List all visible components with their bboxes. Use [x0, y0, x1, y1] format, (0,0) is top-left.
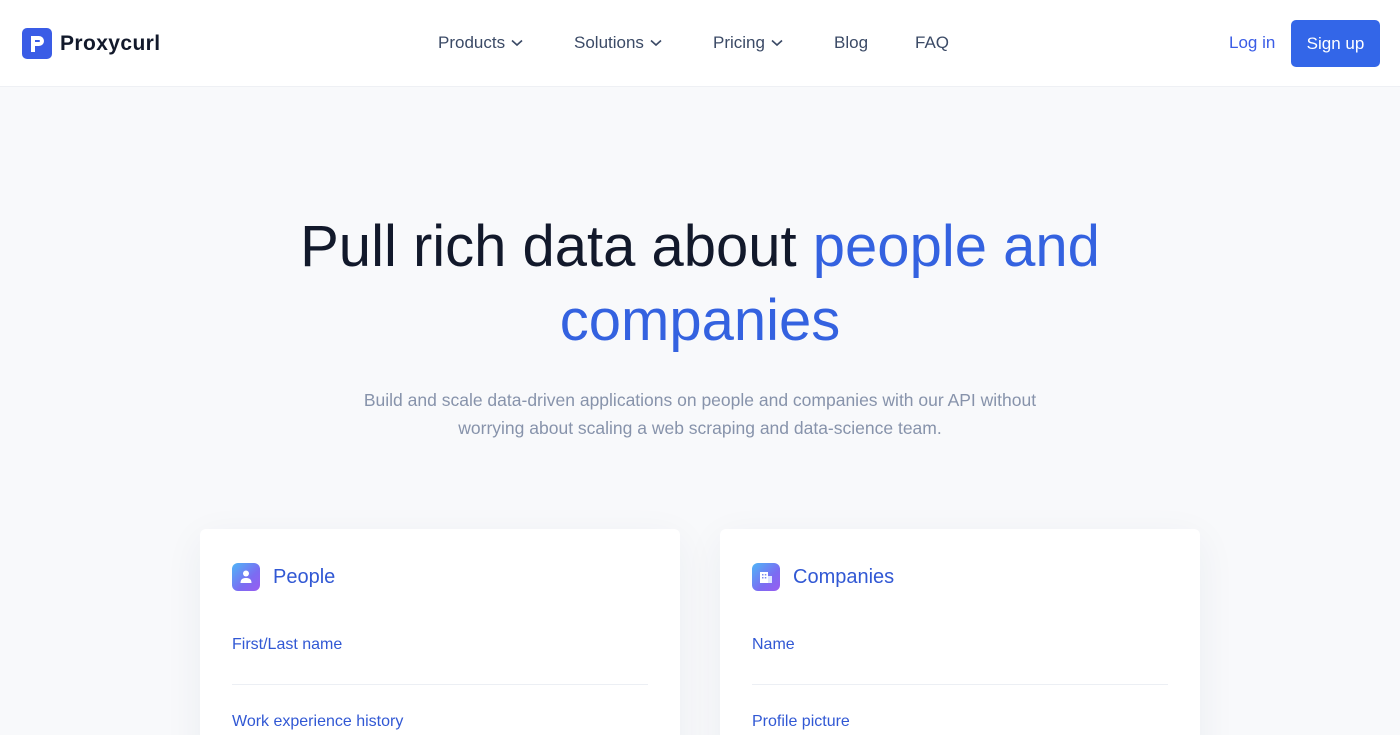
signup-button[interactable]: Sign up: [1291, 20, 1380, 67]
divider: [232, 684, 648, 685]
nav-item-label: Products: [438, 33, 506, 52]
hero-title: Pull rich data about people and companie…: [0, 210, 1400, 358]
people-card: People First/Last name Work experience h…: [200, 529, 680, 735]
site-header: Proxycurl Products Solutions Pricing Blo…: [0, 0, 1400, 87]
companies-card: Companies Name Profile picture: [720, 529, 1200, 735]
nav-item-products[interactable]: Products: [438, 30, 523, 56]
hero-title-accent-2: companies: [559, 288, 841, 353]
chevron-down-icon: [511, 39, 523, 47]
nav-item-label: Solutions: [574, 33, 644, 52]
card-title: People: [273, 565, 336, 588]
person-icon: [232, 563, 260, 591]
nav-item-faq[interactable]: FAQ: [915, 30, 949, 56]
card-header: People: [232, 563, 335, 591]
card-header: Companies: [752, 563, 894, 591]
login-link[interactable]: Log in: [1229, 30, 1275, 56]
card-title: Companies: [793, 565, 895, 588]
hero-title-accent: people and: [812, 214, 1100, 279]
main-nav: Products Solutions Pricing Blog FAQ: [0, 30, 1400, 56]
field-first-last-name: First/Last name: [232, 636, 343, 653]
field-profile-picture: Profile picture: [752, 713, 850, 730]
building-icon: [752, 563, 780, 591]
divider: [752, 684, 1168, 685]
chevron-down-icon: [650, 39, 662, 47]
field-name: Name: [752, 636, 795, 653]
nav-item-label: Pricing: [713, 33, 765, 52]
field-work-experience: Work experience history: [232, 713, 404, 730]
nav-item-label: Blog: [834, 33, 869, 52]
nav-item-label: FAQ: [915, 33, 950, 52]
nav-item-pricing[interactable]: Pricing: [713, 30, 783, 56]
chevron-down-icon: [771, 39, 783, 47]
nav-item-blog[interactable]: Blog: [834, 30, 868, 56]
nav-item-solutions[interactable]: Solutions: [574, 30, 662, 56]
hero-subtitle: Build and scale data-driven applications…: [363, 390, 1037, 438]
hero-title-plain: Pull rich data about: [300, 214, 797, 279]
